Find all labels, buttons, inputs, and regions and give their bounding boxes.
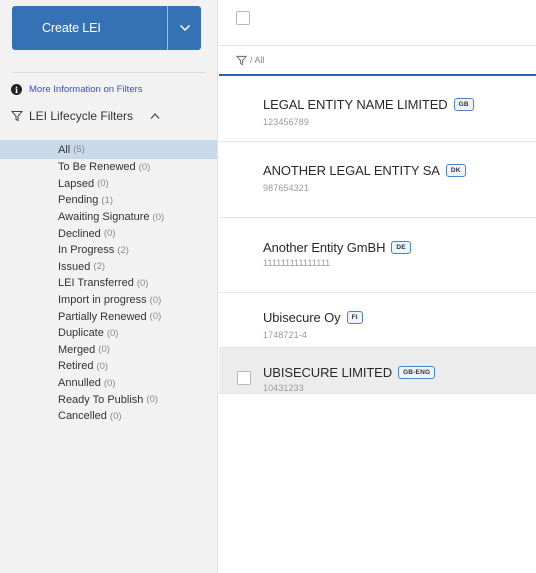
filter-count: (0) <box>146 394 159 406</box>
filter-item-duplicate[interactable]: Duplicate (0) <box>0 325 217 342</box>
create-lei-dropdown-toggle[interactable] <box>167 6 201 50</box>
filter-label: Awaiting Signature <box>58 211 150 224</box>
filter-item-lapsed[interactable]: Lapsed (0) <box>0 176 217 193</box>
entity-code: 123456789 <box>263 117 309 127</box>
filter-item-in-progress[interactable]: In Progress (2) <box>0 242 217 259</box>
filter-label: Retired <box>58 360 94 373</box>
row-checkbox[interactable] <box>237 371 251 385</box>
chevron-up-icon <box>150 113 160 119</box>
filter-count: (5) <box>73 144 85 155</box>
filter-item-import-in-progress[interactable]: Import in progress (0) <box>0 292 217 309</box>
filter-item-issued[interactable]: Issued (2) <box>0 259 217 276</box>
entity-name-text: ANOTHER LEGAL ENTITY SA <box>263 163 440 178</box>
filter-label: Merged <box>58 343 96 356</box>
filter-count: (0) <box>152 211 165 223</box>
filter-label: To Be Renewed <box>58 161 136 174</box>
filter-item-cancelled[interactable]: Cancelled (0) <box>0 408 217 425</box>
lifecycle-filters-label: LEI Lifecycle Filters <box>29 109 134 123</box>
filter-item-ready-to-publish[interactable]: Ready To Publish (0) <box>0 391 217 408</box>
lei-lifecycle-filters-toggle[interactable]: LEI Lifecycle Filters <box>11 109 201 123</box>
entity-name-text: LEGAL ENTITY NAME LIMITED <box>263 97 448 112</box>
entity-row[interactable]: LEGAL ENTITY NAME LIMITED GB 123456789 <box>219 78 536 142</box>
filter-label: In Progress <box>58 244 115 257</box>
filter-label: Declined <box>58 227 101 240</box>
filter-count: (0) <box>96 360 109 372</box>
filter-item-lei-transferred[interactable]: LEI Transferred (0) <box>0 275 217 292</box>
info-icon: i <box>11 84 22 95</box>
filter-label: Lapsed <box>58 177 95 190</box>
filter-count: (2) <box>117 244 129 256</box>
lifecycle-filter-list: All (5) To Be Renewed (0) Lapsed (0) Pendin… <box>0 140 217 425</box>
filter-icon <box>236 55 247 65</box>
filter-label: Cancelled <box>58 410 107 423</box>
filter-item-awaiting-signature[interactable]: Awaiting Signature (0) <box>0 209 217 226</box>
filter-item-all[interactable]: All (5) <box>0 140 217 159</box>
entity-name: UBISECURE LIMITED GB-ENG <box>263 365 436 380</box>
filter-count: (0) <box>103 228 116 240</box>
filter-count: (0) <box>109 410 122 422</box>
entity-name: Another Entity GmBH DE <box>263 240 411 255</box>
filter-label: Annulled <box>58 377 101 390</box>
filter-count: (1) <box>101 194 113 206</box>
create-lei-label: Create LEI <box>42 21 101 35</box>
entity-row[interactable]: Ubisecure Oy FI 1748721-4 <box>219 293 536 348</box>
create-lei-split-button: Create LEI <box>12 6 201 50</box>
filter-count: (0) <box>97 178 109 190</box>
chevron-down-icon <box>179 24 190 32</box>
filter-label: Import in progress <box>58 294 147 307</box>
filter-label: Pending <box>58 194 99 207</box>
breadcrumb-label: / All <box>250 55 265 65</box>
filter-item-annulled[interactable]: Annulled (0) <box>0 375 217 392</box>
filter-count: (0) <box>136 277 149 289</box>
entity-code: 987654321 <box>263 183 309 193</box>
filter-label: LEI Transferred <box>58 277 134 290</box>
create-lei-button[interactable]: Create LEI <box>12 6 167 50</box>
filter-count: (0) <box>149 311 162 323</box>
more-info-filters-link[interactable]: i More Information on Filters <box>11 84 143 95</box>
filter-item-pending[interactable]: Pending (1) <box>0 192 217 209</box>
entity-name: ANOTHER LEGAL ENTITY SA DK <box>263 163 466 178</box>
entity-row-selected[interactable]: UBISECURE LIMITED GB-ENG 10431233 <box>219 348 536 394</box>
filter-count: (0) <box>138 161 151 173</box>
sidebar: Create LEI i More Information on Filters… <box>0 0 218 573</box>
entity-name: Ubisecure Oy FI <box>263 310 363 325</box>
entity-name-text: Ubisecure Oy <box>263 310 341 325</box>
list-toolbar <box>219 0 536 46</box>
breadcrumb: / All <box>219 46 536 76</box>
filter-label: Ready To Publish <box>58 393 144 406</box>
filter-label: All <box>58 143 71 156</box>
filter-label: Duplicate <box>58 327 104 340</box>
country-badge: GB <box>453 98 474 111</box>
filter-count: (0) <box>149 294 162 306</box>
entity-name: LEGAL ENTITY NAME LIMITED GB <box>263 97 474 112</box>
entity-code: 10431233 <box>263 383 304 393</box>
filter-count: (0) <box>103 377 116 389</box>
filter-count: (0) <box>98 344 110 356</box>
entity-code: 1748721-4 <box>263 330 307 340</box>
filter-label: Issued <box>58 260 91 273</box>
filter-count: (2) <box>93 261 106 273</box>
more-info-label: More Information on Filters <box>29 84 143 95</box>
entity-name-text: UBISECURE LIMITED <box>263 365 393 380</box>
select-all-checkbox[interactable] <box>236 11 250 25</box>
filter-label: Partially Renewed <box>58 310 147 323</box>
filter-item-partially-renewed[interactable]: Partially Renewed (0) <box>0 308 217 325</box>
filter-item-merged[interactable]: Merged (0) <box>0 342 217 359</box>
country-badge: FI <box>346 311 363 324</box>
entity-row[interactable]: ANOTHER LEGAL ENTITY SA DK 987654321 <box>219 142 536 218</box>
entity-name-text: Another Entity GmBH <box>263 240 386 255</box>
country-badge: DE <box>391 241 411 254</box>
sidebar-divider <box>12 72 205 73</box>
filter-item-retired[interactable]: Retired (0) <box>0 358 217 375</box>
filter-item-declined[interactable]: Declined (0) <box>0 225 217 242</box>
filter-count: (0) <box>106 327 119 339</box>
country-badge: GB-ENG <box>398 366 436 379</box>
entity-code: 111111111111111 <box>263 258 331 268</box>
entity-row[interactable]: Another Entity GmBH DE 111111111111111 <box>219 218 536 293</box>
filter-icon <box>11 111 23 122</box>
country-badge: DK <box>445 164 466 177</box>
filter-item-to-be-renewed[interactable]: To Be Renewed (0) <box>0 159 217 176</box>
